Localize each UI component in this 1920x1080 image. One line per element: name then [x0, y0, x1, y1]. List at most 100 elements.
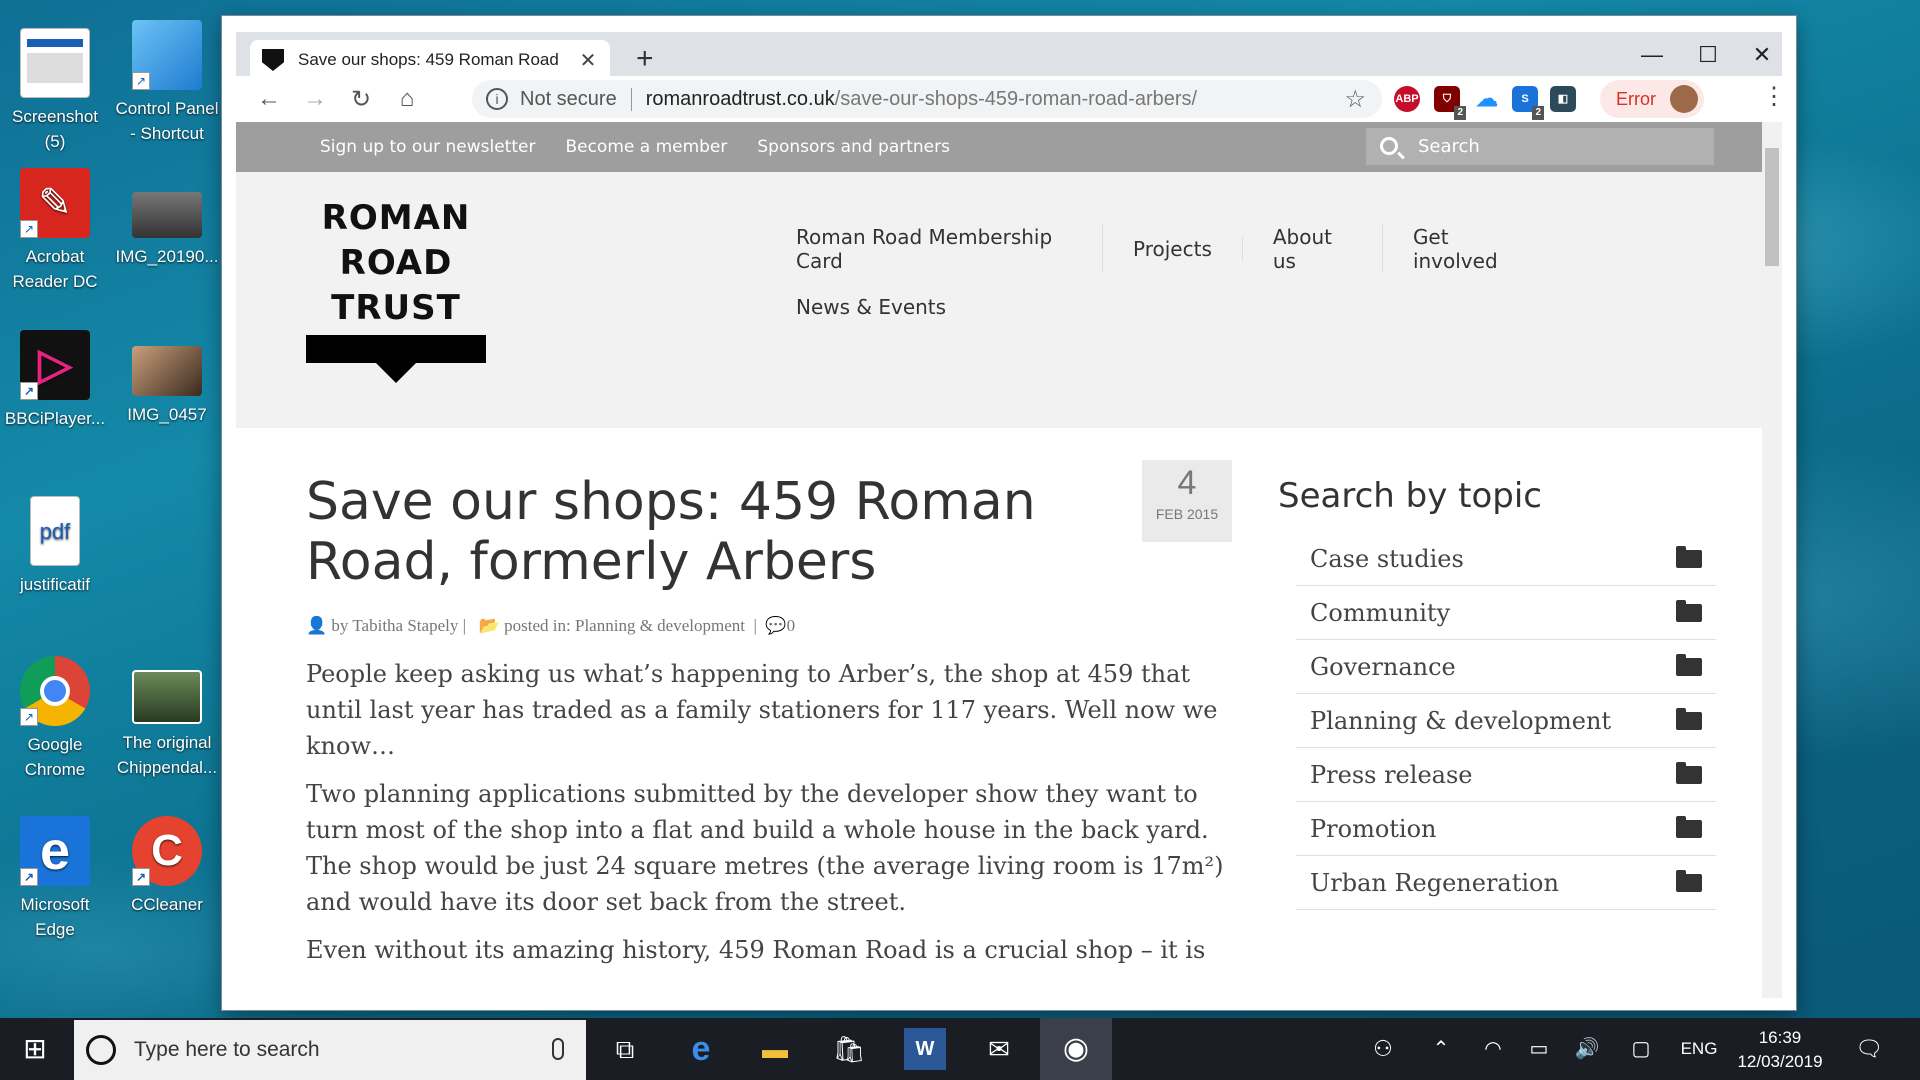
- clock-date: 12/03/2019: [1737, 1052, 1823, 1071]
- task-view-icon[interactable]: ⧉: [604, 1028, 646, 1070]
- browser-toolbar: ← → ↻ ⌂ i Not secure romanroadtrust.co.u…: [236, 76, 1786, 122]
- sponsors-link[interactable]: Sponsors and partners: [757, 137, 950, 157]
- topic-press-release[interactable]: Press release: [1296, 748, 1716, 802]
- chrome-menu-icon[interactable]: ⋮: [1762, 82, 1786, 111]
- battery-icon[interactable]: ▭: [1518, 1028, 1560, 1070]
- site-logo[interactable]: ROMAN ROAD TRUST: [306, 196, 486, 383]
- url-host: romanroadtrust.co.uk: [645, 87, 835, 110]
- windows-start-icon[interactable]: ⊞: [14, 1028, 56, 1070]
- reload-icon[interactable]: ↻: [338, 85, 384, 114]
- desktop-icon-ccleaner[interactable]: C ↗ CCleaner: [112, 816, 222, 917]
- nav-get-involved[interactable]: Get involved: [1383, 225, 1556, 273]
- desktop-icon-microsoft-edge[interactable]: e ↗ Microsoft Edge: [0, 816, 110, 942]
- show-hidden-icons[interactable]: ⌃: [1420, 1028, 1462, 1070]
- action-center-icon[interactable]: 🗨: [1848, 1028, 1890, 1070]
- file-explorer-icon[interactable]: ▬: [754, 1028, 796, 1070]
- screen-capture-icon[interactable]: ◧: [1550, 86, 1576, 112]
- folder-icon: [1676, 599, 1702, 622]
- site-header: ROMAN ROAD TRUST Roman Road Membership C…: [236, 172, 1782, 428]
- microphone-icon[interactable]: [552, 1038, 564, 1060]
- url-path: /save-our-shops-459-roman-road-arbers/: [834, 87, 1198, 110]
- topic-governance[interactable]: Governance: [1296, 640, 1716, 694]
- photo-thumbnail-icon: [132, 346, 202, 396]
- display-icon[interactable]: ▢: [1620, 1028, 1662, 1070]
- topic-case-studies[interactable]: Case studies: [1296, 532, 1716, 586]
- home-icon[interactable]: ⌂: [384, 85, 430, 113]
- topic-promotion[interactable]: Promotion: [1296, 802, 1716, 856]
- nav-projects[interactable]: Projects: [1103, 237, 1243, 261]
- desktop-icon-control-panel[interactable]: ↗ Control Panel - Shortcut: [112, 20, 222, 146]
- onedrive-icon[interactable]: ☁: [1474, 86, 1500, 112]
- search-icon: [1380, 137, 1398, 155]
- skype-badge: 2: [1532, 106, 1544, 120]
- nav-about-us[interactable]: About us: [1243, 225, 1383, 273]
- back-icon[interactable]: ←: [246, 85, 292, 113]
- chrome-taskbar-icon[interactable]: ◉: [1040, 1018, 1112, 1080]
- word-icon[interactable]: W: [904, 1028, 946, 1070]
- skype-icon[interactable]: S2: [1512, 86, 1544, 120]
- nav-membership-card[interactable]: Roman Road Membership Card: [796, 225, 1104, 273]
- comment-count[interactable]: 0: [787, 616, 796, 635]
- language-indicator[interactable]: ENG: [1674, 1028, 1724, 1070]
- taskbar-search-box[interactable]: Type here to search: [74, 1020, 586, 1080]
- info-icon[interactable]: i: [486, 88, 508, 110]
- photo-thumbnail-icon: [132, 192, 202, 238]
- desktop-icon-bbc-iplayer[interactable]: ▷ ↗ BBCiPlayer...: [0, 330, 110, 431]
- close-window-icon[interactable]: ✕: [1742, 42, 1782, 68]
- desktop-icon-chippendale[interactable]: The original Chippendal...: [112, 670, 222, 780]
- clock-time: 16:39: [1758, 1028, 1802, 1047]
- close-tab-icon[interactable]: ✕: [578, 48, 598, 73]
- profile-error-button[interactable]: Error: [1600, 80, 1704, 118]
- screenshot-file-icon: [20, 28, 90, 98]
- adblock-plus-icon[interactable]: ABP: [1394, 86, 1420, 112]
- desktop-icon-google-chrome[interactable]: ↗ Google Chrome: [0, 656, 110, 782]
- desktop-icon-justificatif[interactable]: pdf justificatif: [0, 496, 110, 597]
- shortcut-arrow-icon: ↗: [20, 868, 38, 886]
- topic-community[interactable]: Community: [1296, 586, 1716, 640]
- topic-urban-regeneration[interactable]: Urban Regeneration: [1296, 856, 1716, 910]
- address-bar[interactable]: i Not secure romanroadtrust.co.uk/save-o…: [472, 80, 1382, 118]
- paragraph-1: People keep asking us what’s happening t…: [306, 660, 1218, 760]
- new-tab-button[interactable]: +: [636, 42, 654, 76]
- pdf-file-icon: pdf: [30, 496, 80, 566]
- ublock-icon[interactable]: ⛉ 2: [1434, 86, 1466, 120]
- author-link[interactable]: by Tabitha Stapely |: [331, 616, 466, 635]
- chrome-window: Save our shops: 459 Roman Road ✕ + — ☐ ✕…: [222, 16, 1796, 1010]
- tab-title: Save our shops: 459 Roman Road: [298, 50, 559, 69]
- article-title: Save our shops: 459 Roman Road, formerly…: [306, 472, 1036, 592]
- desktop-icon-img-20190[interactable]: IMG_20190...: [112, 192, 222, 269]
- folder-icon: [1676, 815, 1702, 838]
- topic-planning[interactable]: Planning & development: [1296, 694, 1716, 748]
- taskbar-clock[interactable]: 16:39 12/03/2019: [1730, 1026, 1830, 1074]
- edge-taskbar-icon[interactable]: e: [680, 1028, 722, 1070]
- site-favicon-icon: [262, 49, 284, 71]
- topic-list: Case studies Community Governance Planni…: [1296, 532, 1716, 910]
- people-icon[interactable]: ⚇: [1362, 1028, 1404, 1070]
- wifi-icon[interactable]: ◠: [1472, 1028, 1514, 1070]
- top-utility-nav: Sign up to our newsletter Become a membe…: [236, 122, 1782, 172]
- become-member-link[interactable]: Become a member: [565, 137, 727, 157]
- volume-icon[interactable]: 🔊: [1566, 1028, 1608, 1070]
- browser-tab[interactable]: Save our shops: 459 Roman Road ✕: [250, 40, 610, 80]
- shortcut-arrow-icon: ↗: [20, 708, 38, 726]
- desktop-icon-screenshot[interactable]: Screenshot (5): [0, 28, 110, 154]
- desktop-icon-acrobat[interactable]: ✎ ↗ Acrobat Reader DC: [0, 168, 110, 294]
- mail-icon[interactable]: ✉: [978, 1028, 1020, 1070]
- page-scrollbar[interactable]: [1762, 122, 1782, 998]
- store-icon[interactable]: 🛍: [828, 1028, 870, 1070]
- site-search-input[interactable]: Search: [1366, 128, 1714, 165]
- maximize-icon[interactable]: ☐: [1688, 42, 1728, 68]
- newsletter-link[interactable]: Sign up to our newsletter: [320, 137, 535, 157]
- category-link[interactable]: posted in: Planning & development: [504, 616, 745, 635]
- comments-icon: 💬: [765, 616, 787, 635]
- error-label: Error: [1616, 89, 1656, 109]
- control-panel-icon: ↗: [132, 20, 202, 90]
- forward-icon[interactable]: →: [292, 85, 338, 113]
- avatar: [1670, 85, 1698, 113]
- scrollbar-thumb[interactable]: [1765, 148, 1779, 266]
- minimize-icon[interactable]: —: [1632, 42, 1672, 68]
- desktop-icon-img-0457[interactable]: IMG_0457: [112, 346, 222, 427]
- nav-news-events[interactable]: News & Events: [796, 295, 976, 319]
- bookmark-star-icon[interactable]: ☆: [1344, 85, 1366, 114]
- cortana-icon: [86, 1035, 116, 1065]
